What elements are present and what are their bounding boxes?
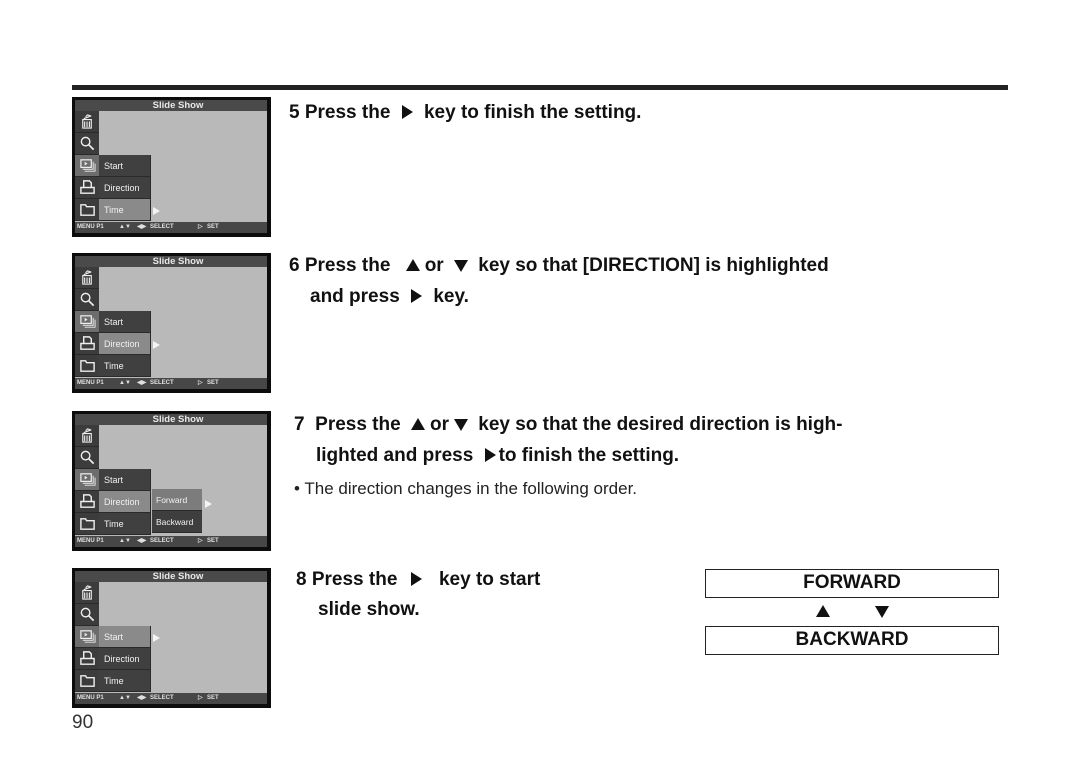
up-arrow-icon	[816, 605, 830, 617]
menu-column: Start Direction Time	[99, 311, 151, 377]
slideshow-icon	[75, 155, 99, 177]
icon-column	[75, 425, 99, 535]
status-bar: MENU P1 ▲▼ ◀▶ SELECT ▷ SET	[75, 378, 267, 389]
print-icon	[75, 177, 99, 199]
screen-title: Slide Show	[75, 256, 267, 267]
screen-title: Slide Show	[75, 100, 267, 111]
slideshow-icon	[75, 469, 99, 491]
camera-screen-step8: Slide Show Start Direction Time MENU P1 …	[72, 568, 271, 708]
print-icon	[75, 648, 99, 670]
delete-icon	[75, 111, 99, 133]
menu-item-time[interactable]: Time	[99, 355, 151, 377]
right-key-icon	[411, 289, 423, 303]
menu-column: Start Direction Time	[99, 469, 151, 535]
submenu-item-forward[interactable]: Forward	[152, 489, 202, 511]
menu-item-direction[interactable]: Direction	[99, 491, 151, 513]
menu-item-time[interactable]: Time	[99, 670, 151, 692]
menu-item-time[interactable]: Time	[99, 199, 151, 221]
step-6-line2: and press key.	[310, 286, 469, 307]
menu-item-start[interactable]: Start	[99, 469, 151, 491]
print-icon	[75, 333, 99, 355]
menu-item-start[interactable]: Start	[99, 311, 151, 333]
delete-icon	[75, 425, 99, 447]
magnify-icon	[75, 604, 99, 626]
slideshow-icon	[75, 311, 99, 333]
step-8: 8 Press the key to start	[296, 569, 541, 590]
step-8-line2: slide show.	[318, 599, 420, 620]
step-7-line2: lighted and press to finish the setting.	[316, 445, 680, 466]
selection-arrow-icon	[153, 207, 160, 215]
step-5: 5 Press the key to finish the setting.	[289, 102, 642, 123]
slideshow-icon	[75, 626, 99, 648]
right-key-icon	[484, 448, 496, 462]
up-key-icon	[405, 259, 420, 271]
step-7: 7 Press the or key so that the desired d…	[294, 414, 843, 435]
selection-arrow-icon	[153, 341, 160, 349]
print-icon	[75, 491, 99, 513]
submenu-item-backward[interactable]: Backward	[152, 511, 202, 533]
folder-icon	[75, 199, 99, 221]
status-bar: MENU P1 ▲▼ ◀▶ SELECT ▷ SET	[75, 693, 267, 704]
status-bar: MENU P1 ▲▼ ◀▶ SELECT ▷ SET	[75, 222, 267, 233]
right-key-icon	[401, 105, 413, 119]
delete-icon	[75, 582, 99, 604]
delete-icon	[75, 267, 99, 289]
icon-column	[75, 267, 99, 377]
menu-item-start[interactable]: Start	[99, 155, 151, 177]
step-6: 6 Press the or key so that [DIRECTION] i…	[289, 255, 829, 276]
menu-column: Start Direction Time	[99, 626, 151, 692]
menu-item-direction[interactable]: Direction	[99, 333, 151, 355]
menu-item-start[interactable]: Start	[99, 626, 151, 648]
down-key-icon	[453, 260, 468, 272]
folder-icon	[75, 670, 99, 692]
right-key-icon	[410, 572, 422, 586]
direction-order-note: • The direction changes in the following…	[294, 479, 638, 498]
magnify-icon	[75, 133, 99, 155]
selection-arrow-icon	[153, 634, 160, 642]
page-number: 90	[72, 712, 94, 733]
screen-title: Slide Show	[75, 571, 267, 582]
direction-arrows	[816, 604, 889, 622]
menu-column: Start Direction Time	[99, 155, 151, 221]
folder-icon	[75, 355, 99, 377]
submenu-column: Forward Backward	[152, 489, 202, 535]
menu-item-direction[interactable]: Direction	[99, 177, 151, 199]
magnify-icon	[75, 289, 99, 311]
direction-forward-box: FORWARD	[705, 569, 999, 598]
menu-item-direction[interactable]: Direction	[99, 648, 151, 670]
magnify-icon	[75, 447, 99, 469]
status-bar: MENU P1 ▲▼ ◀▶ SELECT ▷ SET	[75, 536, 267, 547]
down-arrow-icon	[874, 606, 889, 618]
folder-icon	[75, 513, 99, 535]
icon-column	[75, 111, 99, 221]
screen-title: Slide Show	[75, 414, 267, 425]
camera-screen-step6: Slide Show Start Direction Time MENU P1 …	[72, 253, 271, 393]
menu-item-time[interactable]: Time	[99, 513, 151, 535]
camera-screen-step7: Slide Show Start Direction Time Forward …	[72, 411, 271, 551]
up-key-icon	[410, 418, 425, 430]
selection-arrow-icon	[205, 500, 212, 508]
top-rule	[72, 85, 1008, 90]
camera-screen-step5: Slide Show Start Direction Time MENU P1 …	[72, 97, 271, 237]
direction-backward-box: BACKWARD	[705, 626, 999, 655]
icon-column	[75, 582, 99, 692]
down-key-icon	[453, 419, 468, 431]
